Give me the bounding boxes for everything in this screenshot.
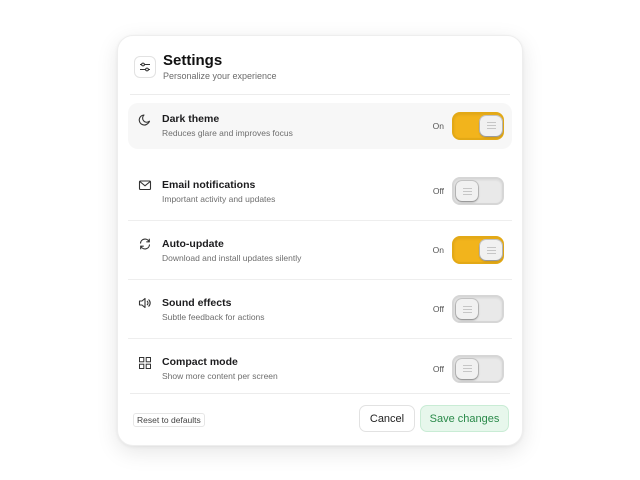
setting-title: Email notifications <box>162 178 256 191</box>
setting-row-email-notifications: Email notifications Important activity a… <box>128 162 512 221</box>
setting-state-label: Off <box>432 363 444 374</box>
page-subtitle: Personalize your experience <box>163 71 277 81</box>
setting-description: Subtle feedback for actions <box>162 311 265 322</box>
setting-description: Download and install updates silently <box>162 252 302 263</box>
grid-icon <box>137 355 153 371</box>
setting-row-auto-update: Auto-update Download and install updates… <box>128 221 512 280</box>
moon-icon <box>137 112 153 128</box>
setting-title: Compact mode <box>162 356 238 368</box>
toggle-knob[interactable] <box>480 115 502 136</box>
settings-list: Dark theme Reduces glare and improves fo… <box>128 103 512 398</box>
cancel-button[interactable]: Cancel <box>359 405 415 432</box>
toggle-knob[interactable] <box>480 240 502 260</box>
refresh-icon <box>137 236 153 252</box>
toggle-knob[interactable] <box>456 299 478 319</box>
setting-row-sound-effects: Sound effects Subtle feedback for action… <box>128 280 512 339</box>
save-changes-button[interactable]: Save changes <box>420 405 509 432</box>
settings-header: Settings Personalize your experience <box>134 52 506 81</box>
setting-state-label: On <box>432 120 444 131</box>
setting-description: Reduces glare and improves focus <box>162 128 293 138</box>
mail-icon <box>137 177 153 193</box>
sound-effects-toggle[interactable] <box>452 295 504 323</box>
settings-card: Settings Personalize your experience Dar… <box>117 35 523 446</box>
setting-title: Auto-update <box>162 237 224 250</box>
dark-theme-toggle[interactable] <box>452 111 504 140</box>
setting-description: Important activity and updates <box>162 193 276 204</box>
sliders-icon <box>134 55 156 78</box>
setting-title: Dark theme <box>162 113 220 125</box>
setting-state-label: Off <box>432 304 444 314</box>
setting-row-dark-theme: Dark theme Reduces glare and improves fo… <box>128 103 512 149</box>
speaker-icon <box>137 295 153 311</box>
header-divider <box>130 94 510 95</box>
setting-title: Sound effects <box>162 296 232 309</box>
email-notifications-toggle[interactable] <box>452 177 504 205</box>
compact-mode-toggle[interactable] <box>452 354 504 383</box>
footer-divider <box>130 393 510 394</box>
setting-state-label: On <box>432 245 444 255</box>
auto-update-toggle[interactable] <box>452 236 504 264</box>
setting-state-label: Off <box>432 186 444 196</box>
toggle-knob[interactable] <box>456 358 478 379</box>
reset-to-defaults-button[interactable]: Reset to defaults <box>133 413 205 427</box>
page-title: Settings <box>163 52 223 69</box>
setting-row-compact-mode: Compact mode Show more content per scree… <box>128 339 512 398</box>
setting-description: Show more content per screen <box>162 371 278 381</box>
toggle-knob[interactable] <box>456 181 478 201</box>
